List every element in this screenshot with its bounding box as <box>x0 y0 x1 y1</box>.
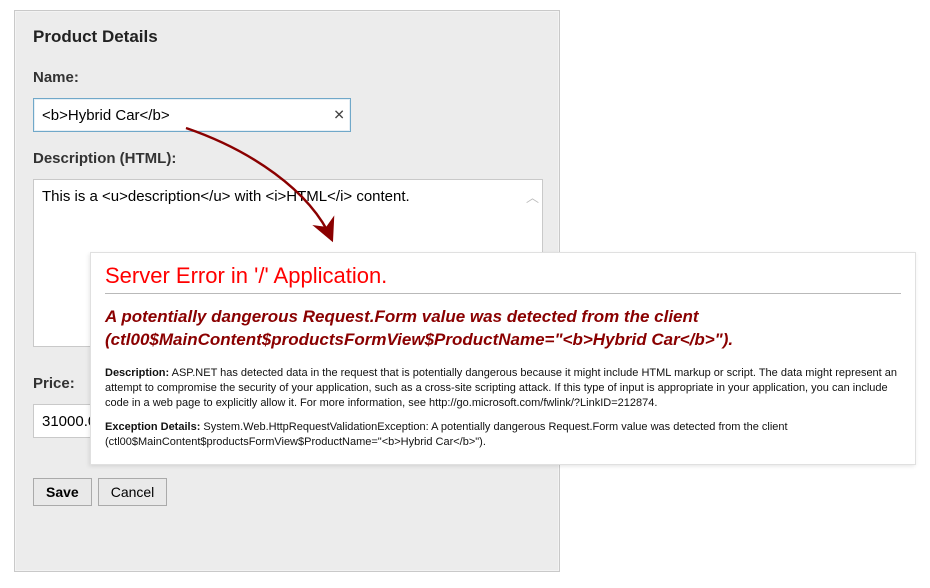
error-exception-label: Exception Details: <box>105 421 200 433</box>
button-row: Save Cancel <box>33 478 541 506</box>
server-error-panel: Server Error in '/' Application. A poten… <box>90 252 916 465</box>
error-description: Description: ASP.NET has detected data i… <box>105 366 901 411</box>
panel-title: Product Details <box>33 27 541 47</box>
clear-name-icon[interactable]: ✕ <box>333 107 345 124</box>
cancel-button[interactable]: Cancel <box>98 478 168 506</box>
error-exception-text: System.Web.HttpRequestValidationExceptio… <box>105 421 788 448</box>
error-description-text: ASP.NET has detected data in the request… <box>105 367 897 409</box>
name-label: Name: <box>33 69 541 86</box>
error-heading: Server Error in '/' Application. <box>105 263 901 289</box>
name-input-wrap: ✕ <box>33 98 351 132</box>
error-exception: Exception Details: System.Web.HttpReques… <box>105 420 901 450</box>
error-divider <box>105 293 901 294</box>
error-description-label: Description: <box>105 367 169 379</box>
save-button[interactable]: Save <box>33 478 92 506</box>
name-input[interactable] <box>33 98 351 132</box>
error-subheading: A potentially dangerous Request.Form val… <box>105 306 901 352</box>
description-label: Description (HTML): <box>33 150 541 167</box>
